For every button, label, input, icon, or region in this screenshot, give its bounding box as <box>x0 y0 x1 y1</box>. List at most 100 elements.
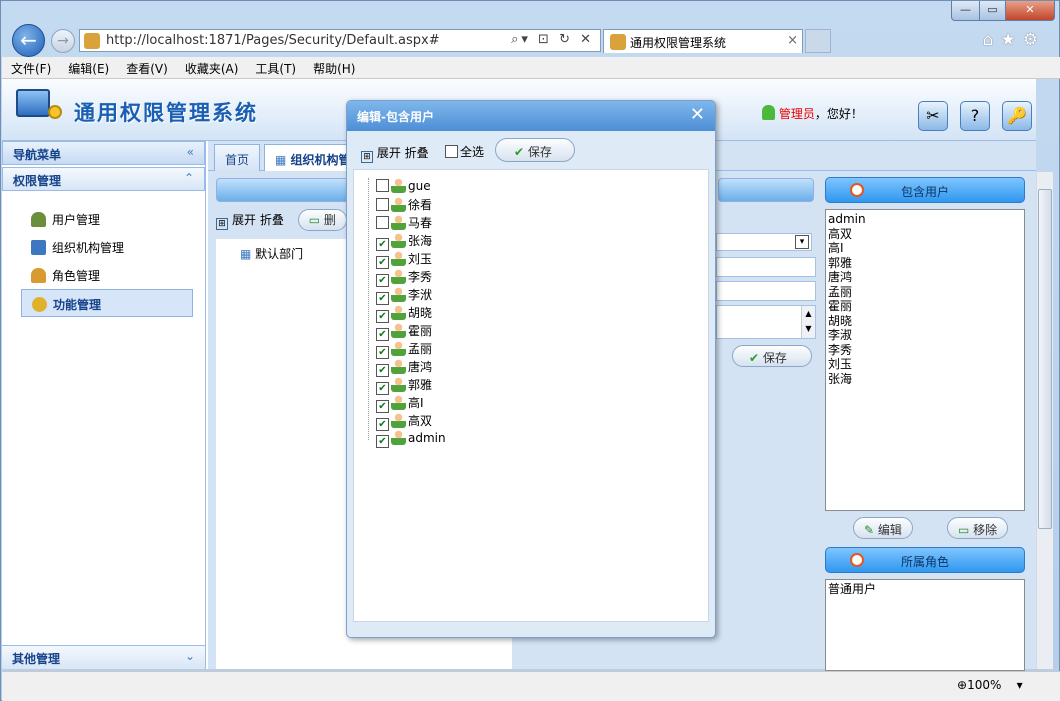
included-users-title: 包含用户 <box>900 185 949 199</box>
user-checkbox[interactable] <box>376 216 389 229</box>
zoom-dropdown-icon[interactable]: ▾ <box>1017 678 1023 692</box>
tree-node-default-dept[interactable]: ▦ 默认部门 <box>240 245 303 262</box>
expand-button[interactable]: 展开 <box>232 213 256 227</box>
user-checkbox[interactable]: ✔ <box>376 435 389 448</box>
tree-node-user[interactable]: ✔ 郭雅 <box>376 376 432 395</box>
zoom-value: 100% <box>967 678 1002 692</box>
user-icon <box>391 341 406 356</box>
section-permission[interactable]: 权限管理 ⌃ <box>2 167 205 191</box>
dialog-close-icon[interactable]: ✕ <box>690 104 705 125</box>
user-checkbox[interactable] <box>376 198 389 211</box>
chevron-down-icon[interactable]: ▾ <box>795 235 809 249</box>
tree-node-user[interactable]: ✔ 唐鸿 <box>376 358 432 377</box>
dialog-collapse-button[interactable]: 折叠 <box>405 146 429 160</box>
menu-edit[interactable]: 编辑(E) <box>59 57 117 77</box>
tree-node-user[interactable]: ✔ 胡晓 <box>376 304 432 323</box>
maximize-button[interactable]: ▭ <box>979 1 1006 21</box>
sidebar-item-org[interactable]: 组织机构管理 <box>21 233 193 261</box>
remove-button[interactable]: ▭ 移除 <box>947 517 1009 539</box>
tree-node-user[interactable]: ✔ 刘玉 <box>376 250 432 269</box>
new-tab-button[interactable] <box>805 29 831 53</box>
address-tools-icon[interactable]: ⌕▾ ⊡ ↻ ✕ <box>511 32 594 47</box>
scrollbar-thumb[interactable] <box>1038 189 1052 529</box>
included-users-list[interactable]: admin 高双 高I 郭雅 唐鸿 孟丽 霍丽 胡晓 李淑 李秀 刘玉 张海 <box>825 209 1025 511</box>
form-input-1[interactable] <box>716 257 816 277</box>
chevron-up-icon[interactable]: ⌃ <box>184 171 194 185</box>
roles-list[interactable]: 普通用户 <box>825 579 1025 671</box>
back-arrow-icon[interactable]: ← <box>12 24 45 57</box>
menu-help[interactable]: 帮助(H) <box>304 57 363 77</box>
tab-org-management[interactable]: ▦ 组织机构管 <box>264 144 356 171</box>
browser-tab[interactable]: 通用权限管理系统 × <box>603 29 803 53</box>
settings-tools-icon[interactable]: ✂ <box>918 101 948 131</box>
menu-tools[interactable]: 工具(T) <box>246 57 304 77</box>
expand-icon: ⊞ <box>216 218 228 230</box>
tree-node-user[interactable]: ✔ admin <box>376 430 446 448</box>
textarea-scrollbar[interactable]: ▲ ▼ <box>801 306 815 338</box>
tree-node-user[interactable]: gue <box>376 178 431 196</box>
user-greeting: 管理员，您好！ <box>762 105 863 122</box>
url-text[interactable]: http://localhost:1871/Pages/Security/Def… <box>106 33 440 48</box>
sidebar-item-functions[interactable]: 功能管理 <box>21 289 193 317</box>
list-item[interactable]: 李淑 <box>828 328 1022 343</box>
form-input-2[interactable] <box>716 281 816 301</box>
sidebar-item-roles[interactable]: 角色管理 <box>21 261 193 289</box>
list-item[interactable]: admin <box>828 212 1022 227</box>
tree-node-user[interactable]: 徐看 <box>376 196 432 214</box>
logout-key-icon[interactable]: 🔑 <box>1002 101 1032 131</box>
address-bar[interactable]: http://localhost:1871/Pages/Security/Def… <box>79 29 601 52</box>
dialog-title-bar[interactable]: 编辑-包含用户 <box>347 101 715 131</box>
edit-button[interactable]: ✎ 编辑 <box>853 517 913 539</box>
collapse-button[interactable]: 折叠 <box>260 213 284 227</box>
list-item[interactable]: 唐鸿 <box>828 270 1022 285</box>
list-item[interactable]: 张海 <box>828 372 1022 387</box>
select-all-group[interactable]: 全选 <box>445 143 484 160</box>
list-item[interactable]: 霍丽 <box>828 299 1022 314</box>
tree-node-user[interactable]: ✔ 高I <box>376 394 424 413</box>
window-close-button[interactable]: ✕ <box>1005 1 1055 21</box>
form-select[interactable]: ▾ <box>716 233 812 251</box>
tree-node-user[interactable]: ✔ 张海 <box>376 232 432 251</box>
list-item[interactable]: 李秀 <box>828 343 1022 358</box>
tab-home[interactable]: 首页 <box>214 144 261 171</box>
tree-node-user[interactable]: ✔ 孟丽 <box>376 340 432 359</box>
chevron-down-icon[interactable]: ⌄ <box>185 649 195 663</box>
menu-view[interactable]: 查看(V) <box>117 57 176 77</box>
tab-close-icon[interactable]: × <box>787 33 798 48</box>
roles-title: 所属角色 <box>900 555 949 569</box>
tree-node-user[interactable]: ✔ 李洑 <box>376 286 433 305</box>
delete-button[interactable]: ▭ 删 <box>297 209 347 231</box>
help-icon[interactable]: ? <box>960 101 990 131</box>
tree-node-user[interactable]: ✔ 霍丽 <box>376 322 432 341</box>
dialog-expand-button[interactable]: 展开 <box>377 146 401 160</box>
tree-node-user[interactable]: ✔ 高双 <box>376 412 432 431</box>
list-item[interactable]: 高双 <box>828 227 1022 242</box>
user-checkbox[interactable] <box>376 179 389 192</box>
tree-node-user[interactable]: 马春 <box>376 214 432 232</box>
form-textarea[interactable]: ▲ ▼ <box>716 305 816 339</box>
minimize-button[interactable]: — <box>951 1 980 21</box>
list-item[interactable]: 胡晓 <box>828 314 1022 329</box>
user-name: 李洑 <box>408 288 433 302</box>
list-item[interactable]: 高I <box>828 241 1022 256</box>
section-other[interactable]: 其他管理 ⌄ <box>2 645 205 669</box>
zoom-level[interactable]: ⊕100% ▾ <box>957 678 1023 692</box>
minus-icon: ▭ <box>308 213 321 227</box>
form-save-button[interactable]: ✔ 保存 <box>732 345 812 367</box>
list-item[interactable]: 刘玉 <box>828 357 1022 372</box>
list-item[interactable]: 孟丽 <box>828 285 1022 300</box>
sidebar-item-users[interactable]: 用户管理 <box>21 205 193 233</box>
forward-arrow-icon[interactable]: → <box>51 29 75 53</box>
home-star-gear-icon[interactable]: ⌂★⚙ <box>983 30 1045 50</box>
list-item[interactable]: 郭雅 <box>828 256 1022 271</box>
menu-favorites[interactable]: 收藏夹(A) <box>176 57 247 77</box>
user-role[interactable]: 管理员 <box>779 107 815 121</box>
roles-header: 所属角色 <box>825 547 1025 573</box>
collapse-chevron-icon[interactable]: « <box>187 145 194 159</box>
menu-file[interactable]: 文件(F) <box>2 57 59 77</box>
tree-node-user[interactable]: ✔ 李秀 <box>376 268 432 287</box>
select-all-checkbox[interactable] <box>445 145 458 158</box>
page-scrollbar[interactable] <box>1036 172 1053 669</box>
dialog-save-button[interactable]: ✔ 保存 <box>495 138 575 162</box>
list-item[interactable]: 普通用户 <box>828 582 1022 597</box>
